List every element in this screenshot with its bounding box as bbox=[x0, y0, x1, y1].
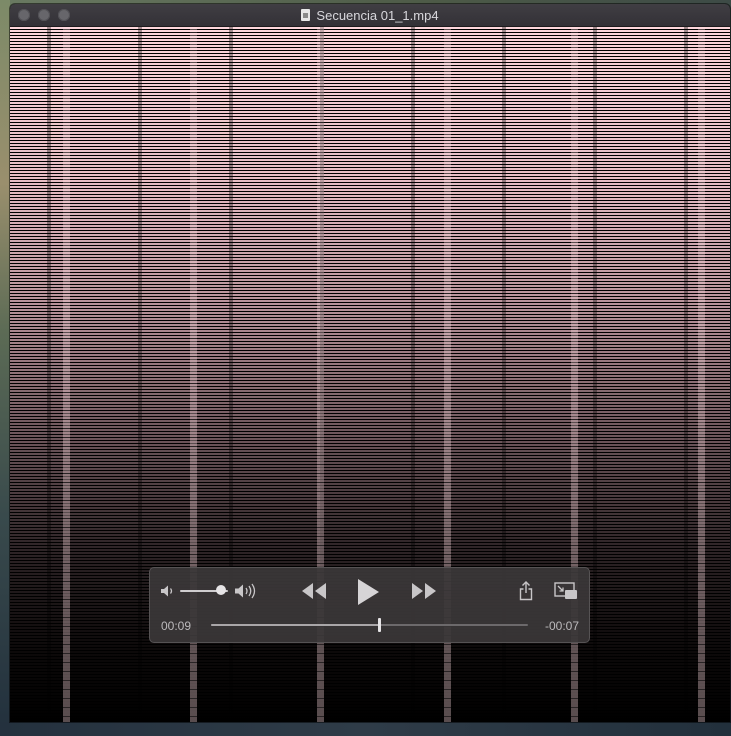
timeline-progress bbox=[211, 624, 379, 626]
title-bar[interactable]: Secuencia 01_1.mp4 bbox=[10, 4, 730, 27]
play-icon[interactable] bbox=[355, 578, 381, 606]
picture-in-picture-icon[interactable] bbox=[554, 582, 578, 600]
quicktime-window: Secuencia 01_1.mp4 00:09 -00:07 bbox=[10, 4, 730, 722]
timeline-playhead[interactable] bbox=[378, 618, 381, 632]
fast-forward-icon[interactable] bbox=[410, 582, 438, 600]
timeline-track[interactable] bbox=[211, 624, 528, 626]
minimize-button[interactable] bbox=[38, 9, 50, 21]
video-frame[interactable]: 00:09 -00:07 bbox=[10, 27, 730, 722]
elapsed-time: 00:09 bbox=[161, 619, 192, 633]
window-title: Secuencia 01_1.mp4 bbox=[316, 7, 439, 23]
playback-controls: 00:09 -00:07 bbox=[149, 567, 590, 643]
speaker-low-icon[interactable] bbox=[160, 584, 176, 598]
volume-slider-knob[interactable] bbox=[215, 585, 226, 595]
desktop-background-bottom bbox=[0, 722, 731, 736]
document-icon bbox=[301, 9, 311, 21]
share-icon[interactable] bbox=[518, 581, 534, 601]
rewind-icon[interactable] bbox=[300, 582, 328, 600]
close-button[interactable] bbox=[18, 9, 30, 21]
window-title-group: Secuencia 01_1.mp4 bbox=[10, 4, 730, 26]
speaker-high-icon[interactable] bbox=[234, 583, 260, 599]
desktop-background bbox=[0, 0, 10, 736]
remaining-time: -00:07 bbox=[544, 619, 579, 633]
zoom-button[interactable] bbox=[58, 9, 70, 21]
